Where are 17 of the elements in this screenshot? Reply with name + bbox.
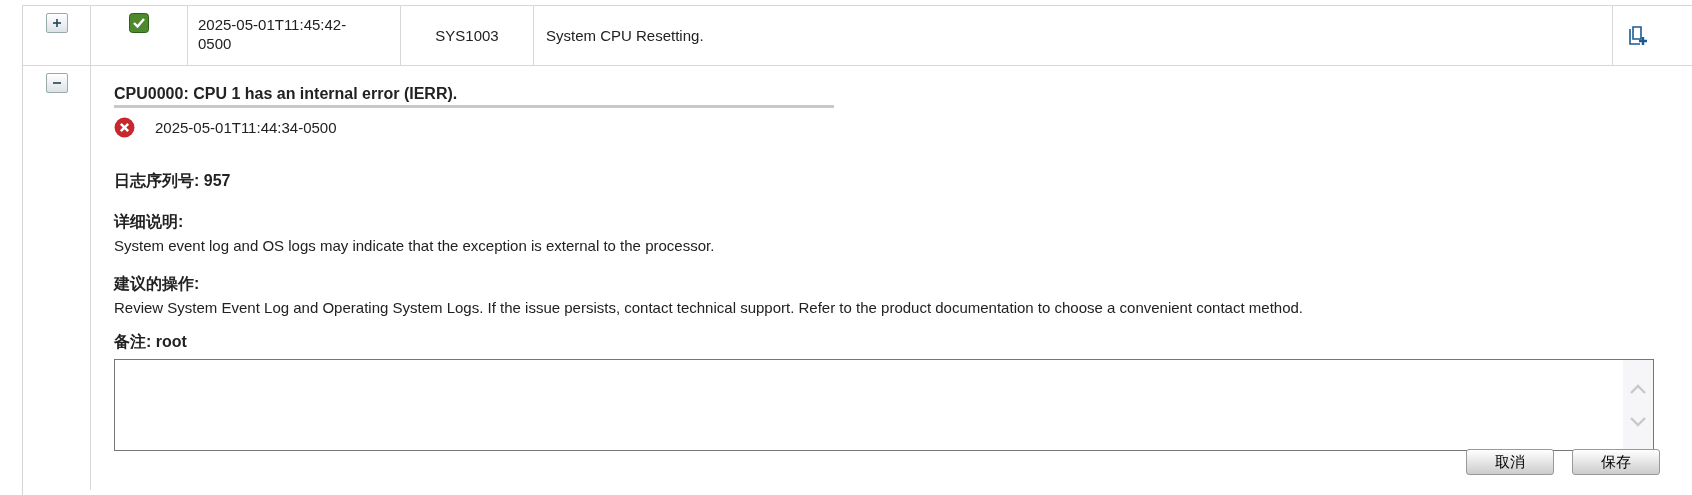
timestamp: 2025-05-01T11:45:42-0500 <box>198 16 347 52</box>
section-text: Review System Event Log and Operating System Logs. If the issue persists, contact technical support. Refer to the product documentation to choose a convenient contact method. <box>114 299 1304 316</box>
event-title: CPU0000: CPU 1 has an internal error (IERR). <box>114 85 834 108</box>
add-document-icon[interactable] <box>1629 25 1647 46</box>
cancel-button[interactable]: 取消 <box>1466 449 1554 475</box>
section-heading: 建议的操作: <box>114 274 201 294</box>
event-message: System CPU Resetting. <box>546 27 704 44</box>
section-text: System event log and OS logs may indicate that the exception is external to the processor. <box>114 237 716 254</box>
note-label: 备注: root <box>114 332 188 352</box>
timestamp: 2025-05-01T11:44:34-0500 <box>155 119 337 136</box>
expand-button[interactable] <box>45 13 68 33</box>
section-heading: 详细说明: <box>114 212 185 232</box>
collapse-button[interactable] <box>45 73 68 93</box>
event-id: SYS1003 <box>435 27 499 44</box>
plus-icon <box>51 18 62 28</box>
save-button[interactable]: 保存 <box>1572 449 1660 475</box>
sequence-number: 日志序列号: 957 <box>114 171 232 191</box>
